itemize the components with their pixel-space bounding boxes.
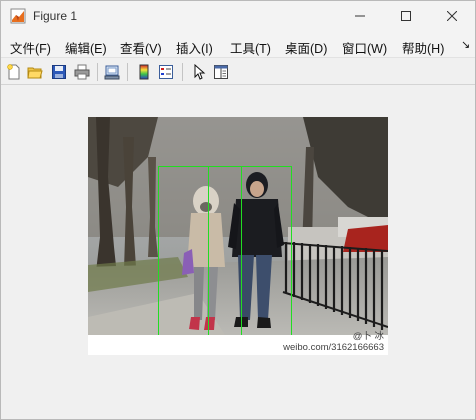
property-editor-icon[interactable] xyxy=(211,62,231,82)
pointer-icon[interactable] xyxy=(189,62,209,82)
save-icon[interactable] xyxy=(49,62,69,82)
image-watermark: @卜 冰 weibo.com/3162166663 xyxy=(283,331,384,353)
new-figure-icon[interactable] xyxy=(4,62,24,82)
window-title: Figure 1 xyxy=(33,9,78,23)
toolbar-separator xyxy=(97,63,98,81)
print-icon[interactable] xyxy=(72,62,92,82)
close-button[interactable] xyxy=(429,1,475,32)
menu-bar: 文件(F) 编辑(E) 查看(V) 插入(I) 工具(T) 桌面(D) 窗口(W… xyxy=(1,32,475,58)
minimize-icon xyxy=(355,10,365,24)
menu-view[interactable]: 查看(V) xyxy=(120,38,162,57)
menu-file[interactable]: 文件(F) xyxy=(10,38,51,57)
menu-insert[interactable]: 插入(I) xyxy=(176,38,213,57)
menu-desktop[interactable]: 桌面(D) xyxy=(285,38,327,57)
close-icon xyxy=(446,10,458,24)
chevron-overflow-icon[interactable]: ↘ xyxy=(461,38,470,51)
maximize-button[interactable] xyxy=(383,1,429,32)
open-file-icon[interactable] xyxy=(25,62,45,82)
link-plot-icon[interactable] xyxy=(102,62,122,82)
colorbar-icon[interactable] xyxy=(134,62,154,82)
menu-help[interactable]: 帮助(H) xyxy=(402,38,444,57)
watermark-url: weibo.com/3162166663 xyxy=(283,342,384,353)
menu-edit[interactable]: 编辑(E) xyxy=(65,38,107,57)
toolbar-separator xyxy=(182,63,183,81)
figure-window: Figure 1 文件(F) 编辑(E) 查看(V) 插入(I) 工具(T) 桌… xyxy=(0,0,476,420)
title-bar[interactable]: Figure 1 xyxy=(1,1,475,32)
matlab-logo-icon xyxy=(10,8,26,24)
maximize-icon xyxy=(401,10,411,24)
figure-toolbar xyxy=(1,59,475,85)
displayed-image: @卜 冰 weibo.com/3162166663 xyxy=(88,117,388,355)
watermark-handle: @卜 冰 xyxy=(352,331,384,342)
toolbar-separator xyxy=(127,63,128,81)
menu-window[interactable]: 窗口(W) xyxy=(342,38,387,57)
minimize-button[interactable] xyxy=(337,1,383,32)
menu-tools[interactable]: 工具(T) xyxy=(230,38,271,57)
legend-icon[interactable] xyxy=(156,62,176,82)
